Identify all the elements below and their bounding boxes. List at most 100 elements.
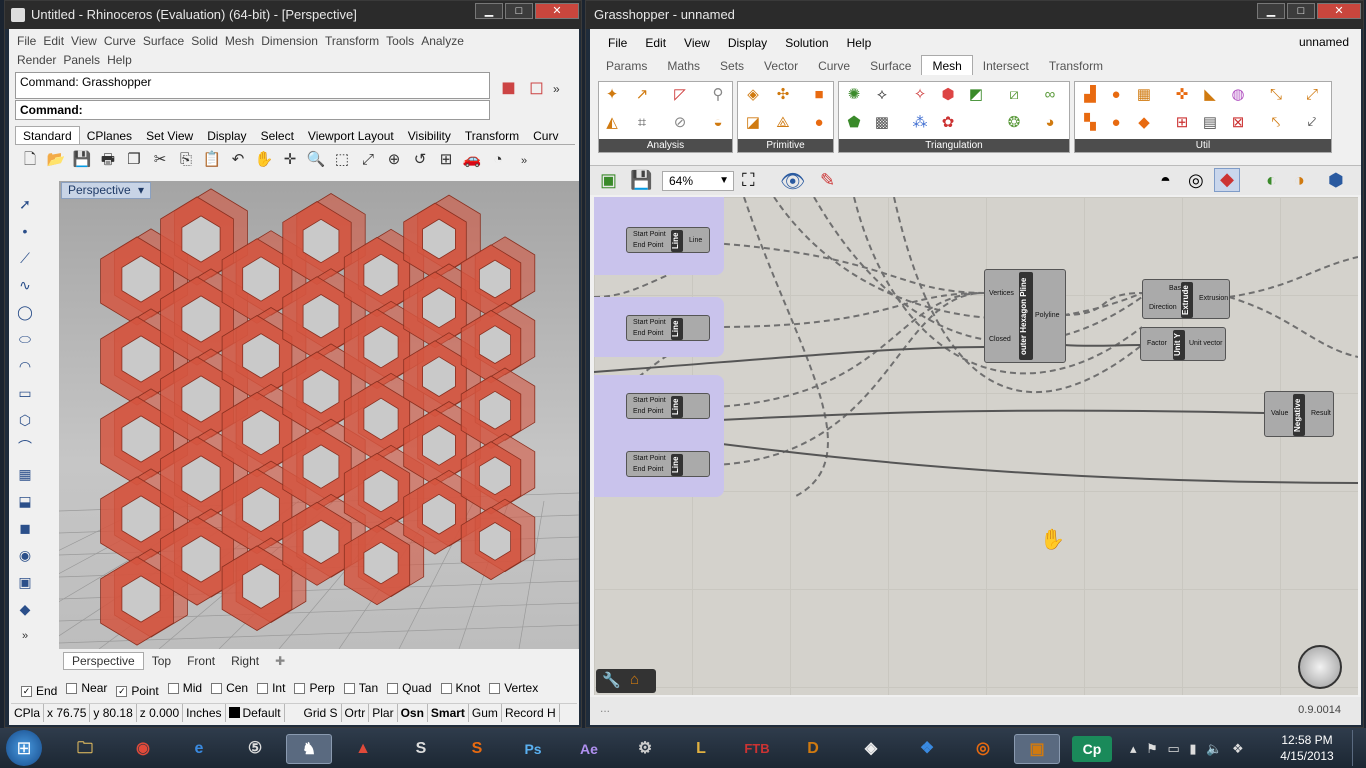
status-layer[interactable]: Default <box>226 704 285 722</box>
mesh-analysis-icon-4[interactable]: ⚲ <box>707 84 729 106</box>
triangulation-icon-5[interactable]: ◩ <box>965 84 987 106</box>
osnap-knot[interactable]: Knot <box>440 681 480 695</box>
zoom-window-icon[interactable]: ⬚ <box>331 149 353 171</box>
line2-start-input[interactable]: Start Point <box>633 319 666 326</box>
gh-group-triangulation-label[interactable]: Triangulation <box>839 139 1069 152</box>
poly-closed-input[interactable]: Closed <box>989 336 1011 343</box>
ellipse-icon[interactable]: ⬭ <box>13 327 37 351</box>
more-chevron-icon[interactable]: » <box>553 82 560 96</box>
extrude-direction-input[interactable]: Direction <box>1149 304 1177 311</box>
gh-sketch-icon[interactable]: ✎ <box>820 170 835 191</box>
triangulation-icon-6[interactable]: ⧄ <box>1003 84 1025 106</box>
util-icon-8[interactable]: ⤢ <box>1301 84 1323 106</box>
menu-help[interactable]: Help <box>107 53 132 67</box>
triangulation-icon-3[interactable]: ✧ <box>909 84 931 106</box>
render-settings-icon[interactable]: ◔ <box>487 149 509 171</box>
tray-expand-icon[interactable]: ▴ <box>1130 741 1137 756</box>
tab-curve[interactable]: Curv <box>526 127 565 144</box>
tab-transform[interactable]: Transform <box>458 127 526 144</box>
acrobat-taskbar-icon[interactable]: ▲ <box>340 734 386 764</box>
gh-canvas[interactable]: Start Point End Point Line Line Start Po… <box>594 197 1358 695</box>
extrude-component[interactable]: Base Direction Extrude Extrusion <box>1142 279 1230 319</box>
gh-group-primitive-label[interactable]: Primitive <box>738 139 833 152</box>
line-component-3[interactable]: Start Point End Point Line <box>626 393 710 419</box>
mesh-analysis-icon-8[interactable]: ◒ <box>707 112 729 134</box>
util-icon-12[interactable]: ⊞ <box>1171 112 1193 134</box>
toolbar-options-icon[interactable]: ◼ <box>501 77 516 97</box>
gh-save-icon[interactable]: 💾 <box>630 170 652 191</box>
four-view-icon[interactable]: ⊞ <box>435 149 457 171</box>
menu-edit[interactable]: Edit <box>43 34 64 48</box>
util-icon-11[interactable]: ◆ <box>1133 112 1155 134</box>
ie-taskbar-icon[interactable]: e <box>176 734 222 764</box>
gh-close-button[interactable]: ✕ <box>1317 3 1361 19</box>
rotate-view-icon[interactable]: ✛ <box>279 149 301 171</box>
gh-menu-edit[interactable]: Edit <box>645 36 666 50</box>
mesh-primitive-icon-3[interactable]: ■ <box>808 84 830 106</box>
gh-maximize-button[interactable]: □ <box>1287 3 1315 19</box>
util-icon-7[interactable]: ⤡ <box>1265 84 1287 106</box>
unity-taskbar-icon[interactable]: ◈ <box>848 734 894 764</box>
status-cplane[interactable]: CPla <box>11 704 45 722</box>
copy-file-icon[interactable]: ❐ <box>123 149 145 171</box>
line4-end-input[interactable]: End Point <box>633 466 663 473</box>
sublime-taskbar-icon[interactable]: S <box>454 734 500 764</box>
triangulation-icon-1[interactable]: ✺ <box>843 84 865 106</box>
toolbar-options2-icon[interactable]: ◻ <box>529 77 544 97</box>
boolean-icon[interactable]: ◉ <box>13 543 37 567</box>
gh-tab-curve[interactable]: Curve <box>808 56 860 76</box>
gh-preview-shaded-icon[interactable]: ◎ <box>1188 170 1204 191</box>
show-desktop-button[interactable] <box>1352 730 1364 766</box>
gh-group-util-label[interactable]: Util <box>1075 139 1331 152</box>
gh-menu-file[interactable]: File <box>608 36 627 50</box>
triangulation-icon-13[interactable]: ◕ <box>1039 112 1061 134</box>
captivate-taskbar-icon[interactable]: Cp <box>1072 736 1112 762</box>
line-component-2[interactable]: Start Point End Point Line <box>626 315 710 341</box>
negative-value-input[interactable]: Value <box>1271 410 1288 417</box>
util-icon-6[interactable]: ◍ <box>1227 84 1249 106</box>
new-file-icon[interactable]: 🗋 <box>19 149 41 171</box>
gh-open-icon[interactable]: ▣ <box>600 170 617 191</box>
status-record-history[interactable]: Record H <box>502 704 560 722</box>
arc-icon[interactable]: ◠ <box>13 354 37 378</box>
perspective-viewport[interactable]: Perspective ▾ <box>59 181 579 649</box>
gh-tab-mesh[interactable]: Mesh <box>921 55 973 75</box>
menu-surface[interactable]: Surface <box>143 34 184 48</box>
menu-tools[interactable]: Tools <box>386 34 414 48</box>
gh-wrench-icon[interactable]: 🔧 <box>602 671 621 689</box>
line-component-1[interactable]: Start Point End Point Line Line <box>626 227 710 253</box>
negative-output[interactable]: Result <box>1311 410 1331 417</box>
unit-y-factor-input[interactable]: Factor <box>1147 340 1167 347</box>
zoom-icon[interactable]: 🔍 <box>305 149 327 171</box>
gh-group-analysis-label[interactable]: Analysis <box>599 139 732 152</box>
point-icon[interactable]: • <box>13 219 37 243</box>
line1-output[interactable]: Line <box>689 237 702 244</box>
polygon-icon[interactable]: ⬡ <box>13 408 37 432</box>
gh-material-icon[interactable]: ◐ <box>1266 170 1277 191</box>
gh-tab-intersect[interactable]: Intersect <box>973 56 1039 76</box>
ftb-taskbar-icon[interactable]: FTB <box>734 734 780 764</box>
gh-tab-maths[interactable]: Maths <box>657 56 710 76</box>
status-ortho[interactable]: Ortr <box>342 704 370 722</box>
poly-output[interactable]: Polyline <box>1035 312 1060 319</box>
tab-viewport-layout[interactable]: Viewport Layout <box>301 127 401 144</box>
chrome-taskbar-icon[interactable]: ◉ <box>120 734 166 764</box>
util-icon-2[interactable]: ● <box>1105 84 1127 106</box>
triangulation-icon-10[interactable]: ⁂ <box>909 112 931 134</box>
gh-minimize-button[interactable]: ▁ <box>1257 3 1285 19</box>
gh-preview-selected-icon[interactable]: ◆ <box>1214 168 1240 192</box>
menu-panels[interactable]: Panels <box>63 53 100 67</box>
util-icon-5[interactable]: ◣ <box>1199 84 1221 106</box>
mesh-analysis-icon-3[interactable]: ◸ <box>669 84 691 106</box>
origin-taskbar-icon[interactable]: ◎ <box>960 734 1006 764</box>
mesh-icon[interactable]: ▣ <box>13 570 37 594</box>
menu-dimension[interactable]: Dimension <box>261 34 318 48</box>
menu-curve[interactable]: Curve <box>104 34 136 48</box>
gh-tab-surface[interactable]: Surface <box>860 56 921 76</box>
line2-end-input[interactable]: End Point <box>633 330 663 337</box>
zoom-selected-icon[interactable]: ⊕ <box>383 149 405 171</box>
steam-taskbar-icon[interactable]: ⚙ <box>622 734 668 764</box>
surface-icon[interactable]: ▦ <box>13 462 37 486</box>
tray-flag-icon[interactable]: ⚑ <box>1146 741 1158 756</box>
photoshop-taskbar-icon[interactable]: Ps <box>510 734 556 764</box>
